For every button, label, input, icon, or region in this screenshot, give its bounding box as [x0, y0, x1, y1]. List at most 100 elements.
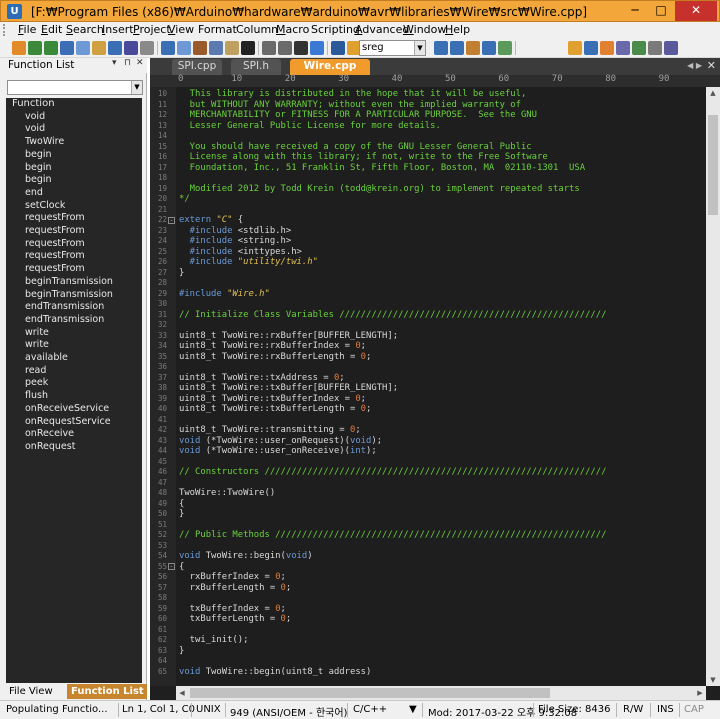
menu-format[interactable]: Format	[198, 23, 237, 36]
code-editor[interactable]: This library is distributed in the hope …	[176, 87, 706, 686]
menu-help[interactable]: Help	[445, 23, 470, 36]
code-line[interactable]: extern "C" {	[179, 215, 243, 226]
function-filter-combo[interactable]: ▼	[7, 80, 143, 95]
function-list-item[interactable]: onRequest	[25, 441, 75, 453]
function-list-item[interactable]: flush	[25, 390, 48, 402]
code-line[interactable]: You should have received a copy of the G…	[179, 142, 532, 153]
function-list-item[interactable]: begin	[25, 162, 52, 174]
menu-file[interactable]: File	[18, 23, 36, 36]
function-list-item[interactable]: onReceive	[25, 428, 74, 440]
code-line[interactable]: rxBufferIndex = 0;	[179, 572, 286, 583]
chevron-down-icon[interactable]: ▼	[131, 81, 142, 94]
encoding[interactable]: 949 (ANSI/OEM - 한국어)	[230, 704, 347, 719]
function-list-item[interactable]: beginTransmission	[25, 276, 113, 288]
function-list-item[interactable]: available	[25, 352, 68, 364]
maximize-button[interactable]: □	[647, 1, 675, 21]
vertical-scrollbar[interactable]: ▲ ▼	[706, 87, 720, 686]
code-line[interactable]: uint8_t TwoWire::rxBufferIndex = 0;	[179, 341, 366, 352]
language[interactable]: C/C++	[353, 704, 387, 715]
scroll-down-icon[interactable]: ▼	[706, 674, 720, 686]
function-list-item[interactable]: endTransmission	[25, 314, 104, 326]
code-line[interactable]: txBufferIndex = 0;	[179, 604, 286, 615]
code-line[interactable]: uint8_t TwoWire::transmitting = 0;	[179, 425, 361, 436]
code-line[interactable]: // Public Methods //////////////////////…	[179, 530, 606, 541]
fold-toggle-icon[interactable]: -	[168, 216, 175, 224]
function-list-item[interactable]: write	[25, 339, 49, 351]
doc-tab-spi-cpp[interactable]: SPI.cpp	[172, 59, 222, 75]
compare-icon[interactable]	[616, 41, 630, 55]
function-list-item[interactable]: read	[25, 365, 46, 377]
code-line[interactable]: #include "utility/twi.h"	[179, 257, 318, 268]
cursor-position[interactable]: Ln 1, Col 1, C0	[122, 704, 195, 715]
code-line[interactable]: twi_init();	[179, 635, 249, 646]
function-list-item[interactable]: requestFrom	[25, 225, 85, 237]
code-line[interactable]: rxBufferLength = 0;	[179, 583, 292, 594]
close-tab-icon[interactable]: ✕	[707, 59, 716, 72]
back-icon[interactable]	[44, 41, 58, 55]
doc-tab-spi-h[interactable]: SPI.h	[231, 59, 281, 75]
code-line[interactable]: Lesser General Public License for more d…	[179, 121, 441, 132]
function-list-item[interactable]: peek	[25, 377, 48, 389]
menu-edit[interactable]: Edit	[41, 23, 62, 36]
scroll-left-icon[interactable]: ◀	[176, 686, 188, 700]
code-line[interactable]: uint8_t TwoWire::txAddress = 0;	[179, 373, 345, 384]
function-list-item[interactable]: TwoWire	[25, 136, 64, 148]
code-line[interactable]: Foundation, Inc., 51 Franklin St, Fifth …	[179, 163, 585, 174]
code-line[interactable]: #include <stdlib.h>	[179, 226, 292, 237]
find-in-files-icon[interactable]	[482, 41, 496, 55]
code-line[interactable]: #include <string.h>	[179, 236, 292, 247]
quick-find-combo[interactable]: sreg ▼	[359, 40, 426, 56]
replace-icon[interactable]	[466, 41, 480, 55]
doc-tab-wire-cpp[interactable]: Wire.cpp	[290, 59, 370, 75]
print-preview-icon[interactable]	[177, 41, 191, 55]
tab-file-view[interactable]: File View	[5, 684, 65, 699]
menu-grip[interactable]	[3, 24, 6, 36]
save-icon[interactable]	[108, 41, 122, 55]
function-list-item[interactable]: endTransmission	[25, 301, 104, 313]
code-line[interactable]: void (*TwoWire::user_onRequest)(void);	[179, 436, 382, 447]
function-list-item[interactable]: requestFrom	[25, 263, 85, 275]
horizontal-scrollbar[interactable]: ◀ ▶	[176, 686, 706, 700]
close-file-icon[interactable]	[140, 41, 154, 55]
hex-icon[interactable]	[241, 41, 255, 55]
paste-icon[interactable]	[225, 41, 239, 55]
redo-icon[interactable]	[278, 41, 292, 55]
code-line[interactable]: // Constructors ////////////////////////…	[179, 467, 606, 478]
scroll-right-icon[interactable]: ▶	[694, 686, 706, 700]
function-list-item[interactable]: requestFrom	[25, 212, 85, 224]
function-list-item[interactable]: write	[25, 327, 49, 339]
insert-mode-indicator[interactable]: INS	[657, 704, 674, 715]
forward-icon[interactable]	[60, 41, 74, 55]
function-list-item[interactable]: void	[25, 111, 45, 123]
close-button[interactable]: ✕	[675, 1, 717, 21]
pin-icon[interactable]: ⊓	[124, 58, 131, 68]
code-line[interactable]: #include <inttypes.h>	[179, 247, 302, 258]
function-list-item[interactable]: void	[25, 123, 45, 135]
fold-toggle-icon[interactable]: -	[168, 563, 175, 570]
code-line[interactable]: uint8_t TwoWire::txBuffer[BUFFER_LENGTH]…	[179, 383, 398, 394]
chevron-down-icon[interactable]: ▼	[414, 41, 425, 55]
print-icon[interactable]	[161, 41, 175, 55]
help-icon[interactable]	[584, 41, 598, 55]
terminal-icon[interactable]	[294, 41, 308, 55]
code-line[interactable]: */	[179, 194, 190, 205]
code-line[interactable]: License along with this library; if not,…	[179, 152, 548, 163]
settings-icon[interactable]	[648, 41, 662, 55]
find-next-icon[interactable]	[434, 41, 448, 55]
menu-scripting[interactable]: Scripting	[311, 23, 360, 36]
tools-icon[interactable]	[600, 41, 614, 55]
menu-project[interactable]: Project	[133, 23, 171, 36]
ultraedit-app-icon[interactable]: U	[7, 4, 22, 19]
code-line[interactable]: uint8_t TwoWire::txBufferLength = 0;	[179, 404, 371, 415]
horizontal-scroll-thumb[interactable]	[190, 688, 550, 698]
find-prev-icon[interactable]	[450, 41, 464, 55]
function-list-item[interactable]: end	[25, 187, 43, 199]
menu-search[interactable]: Search	[66, 23, 104, 36]
function-list-item[interactable]: begin	[25, 174, 52, 186]
menu-column[interactable]: Column	[236, 23, 278, 36]
more-icon[interactable]	[664, 41, 678, 55]
code-line[interactable]: Modified 2012 by Todd Krein (todd@krein.…	[179, 184, 580, 195]
code-line[interactable]: #include "Wire.h"	[179, 289, 270, 300]
code-line[interactable]: void TwoWire::begin(uint8_t address)	[179, 667, 371, 678]
ftp-icon[interactable]	[632, 41, 646, 55]
